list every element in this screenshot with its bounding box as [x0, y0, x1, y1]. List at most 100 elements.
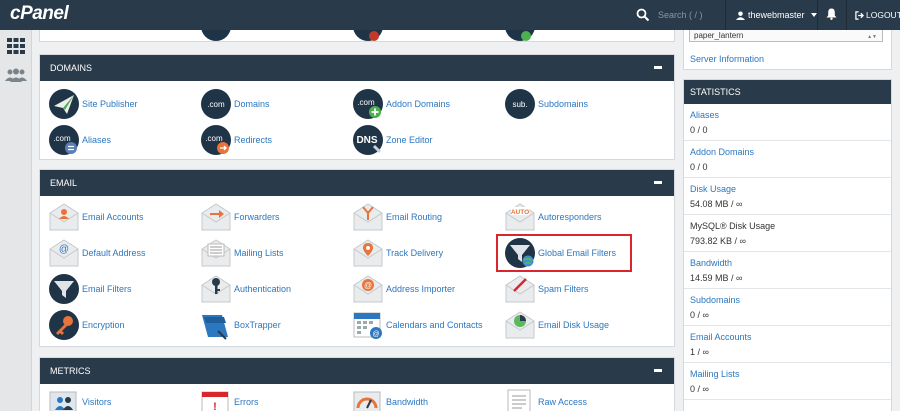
forwarders-item[interactable]: Forwarders [200, 201, 280, 233]
email-title: EMAIL [50, 178, 78, 188]
item-label: Mailing Lists [234, 248, 284, 258]
item-label: Zone Editor [386, 135, 433, 145]
divider [817, 0, 818, 30]
group-icon-partial [353, 30, 383, 41]
addon-domains-item[interactable]: .com Addon Domains [352, 88, 450, 120]
stat-label[interactable]: Aliases [690, 110, 719, 120]
left-nav [0, 30, 32, 411]
collapse-icon[interactable] [654, 66, 662, 69]
item-label: Aliases [82, 135, 112, 145]
item-label: Autoresponders [538, 212, 602, 222]
stat-value: 0 / ∞ [690, 310, 709, 320]
svg-text:!: ! [213, 401, 217, 411]
email-routing-item[interactable]: Email Routing [352, 201, 442, 233]
stat-label[interactable]: Bandwidth [690, 258, 732, 268]
chevron-down-icon [810, 13, 817, 17]
stat-value: 1 / ∞ [690, 347, 709, 357]
boxtrapper-item[interactable]: BoxTrapper [200, 309, 281, 341]
aliases-item[interactable]: .com Aliases [48, 124, 111, 156]
zone-editor-item[interactable]: DNS Zone Editor [352, 124, 433, 156]
group-icon-partial [505, 30, 535, 41]
autoresponders-item[interactable]: AUTO Autoresponders [504, 201, 602, 233]
autoresponders-icon: AUTO [505, 203, 535, 231]
track-delivery-icon [353, 239, 383, 267]
boxtrapper-icon [202, 315, 228, 340]
svg-text:.com: .com [357, 98, 375, 107]
stat-label[interactable]: Mailing Lists [690, 369, 740, 379]
bell-icon[interactable] [826, 8, 837, 20]
visitors-item[interactable]: Visitors [48, 386, 111, 411]
metrics-group: METRICS Visitors ! Errors Bandwidth Raw … [39, 357, 675, 411]
statistics-header: STATISTICS [684, 80, 891, 104]
stat-row: Mailing Lists 0 / ∞ [684, 363, 891, 400]
address-importer-item[interactable]: @ Address Importer [352, 273, 455, 305]
stat-label[interactable]: Email Accounts [690, 332, 752, 342]
stat-row: Subdomains 0 / ∞ [684, 289, 891, 326]
svg-text:sub.: sub. [512, 100, 527, 109]
item-label: Errors [234, 397, 259, 407]
svg-text:@: @ [364, 281, 372, 290]
svg-text:.com: .com [205, 134, 223, 143]
collapse-icon[interactable] [654, 181, 662, 184]
item-label: Calendars and Contacts [386, 320, 483, 330]
encryption-icon [49, 310, 79, 340]
email-accounts-item[interactable]: Email Accounts [48, 201, 144, 233]
item-label: Email Disk Usage [538, 320, 610, 330]
email-header[interactable]: EMAIL [40, 170, 674, 196]
server-information-link[interactable]: Server Information [690, 54, 764, 64]
domains-group: DOMAINS Site Publisher .com Domains .com… [39, 54, 675, 160]
logout-icon [855, 10, 864, 20]
errors-item[interactable]: ! Errors [200, 386, 259, 411]
stat-label: MySQL® Disk Usage [690, 221, 776, 231]
raw-access-item[interactable]: Raw Access [504, 386, 587, 411]
track-delivery-item[interactable]: Track Delivery [352, 237, 443, 269]
search-icon [636, 8, 650, 22]
theme-select[interactable]: paper_lantern ▲▼ [689, 30, 883, 42]
logout-button[interactable]: LOGOUT [855, 0, 900, 30]
search-input[interactable] [658, 10, 718, 20]
subdomains-item[interactable]: sub. Subdomains [504, 88, 588, 120]
site-publisher-item[interactable]: Site Publisher [48, 88, 138, 120]
domains-item[interactable]: .com Domains [200, 88, 270, 120]
mailing-lists-item[interactable]: Mailing Lists [200, 237, 284, 269]
visitors-icon [49, 391, 77, 411]
theme-panel: paper_lantern ▲▼ Server Information [683, 30, 892, 70]
theme-selected: paper_lantern [694, 31, 744, 40]
item-label: Subdomains [538, 99, 589, 109]
encryption-item[interactable]: Encryption [48, 309, 125, 341]
users-icon[interactable] [5, 68, 27, 82]
email-routing-icon [353, 203, 383, 231]
email-disk-usage-item[interactable]: Email Disk Usage [504, 309, 609, 341]
stat-value: 54.08 MB / ∞ [690, 199, 743, 209]
stat-value: 0 / ∞ [690, 384, 709, 394]
grid-icon[interactable] [7, 38, 25, 54]
calendars-contacts-item[interactable]: @ Calendars and Contacts [352, 309, 483, 341]
item-label: Redirects [234, 135, 273, 145]
user-menu[interactable]: thewebmaster [736, 0, 817, 30]
stat-row: Bandwidth 14.59 MB / ∞ [684, 252, 891, 289]
item-label: Track Delivery [386, 248, 444, 258]
logout-label: LOGOUT [866, 10, 900, 20]
spam-filters-item[interactable]: Spam Filters [504, 273, 589, 305]
email-accounts-icon [49, 203, 79, 231]
collapse-icon[interactable] [654, 369, 662, 372]
authentication-item[interactable]: Authentication [200, 273, 291, 305]
metrics-header[interactable]: METRICS [40, 358, 674, 384]
site-publisher-icon [49, 89, 79, 119]
email-disk-usage-icon [505, 311, 535, 339]
search-box[interactable] [629, 0, 725, 30]
stat-label[interactable]: Disk Usage [690, 184, 736, 194]
svg-text:.com: .com [207, 100, 225, 109]
item-label: Addon Domains [386, 99, 451, 109]
item-label: Email Filters [82, 284, 132, 294]
default-address-item[interactable]: @ Default Address [48, 237, 146, 269]
bandwidth-item[interactable]: Bandwidth [352, 386, 428, 411]
stat-label[interactable]: Addon Domains [690, 147, 754, 157]
stat-label[interactable]: Subdomains [690, 295, 740, 305]
redirects-item[interactable]: .com Redirects [200, 124, 272, 156]
domains-header[interactable]: DOMAINS [40, 55, 674, 81]
cpanel-logo[interactable]: cPanel [10, 3, 69, 25]
domains-icon: .com [201, 89, 231, 119]
stat-row: Addon Domains 0 / 0 [684, 141, 891, 178]
email-filters-item[interactable]: Email Filters [48, 273, 132, 305]
